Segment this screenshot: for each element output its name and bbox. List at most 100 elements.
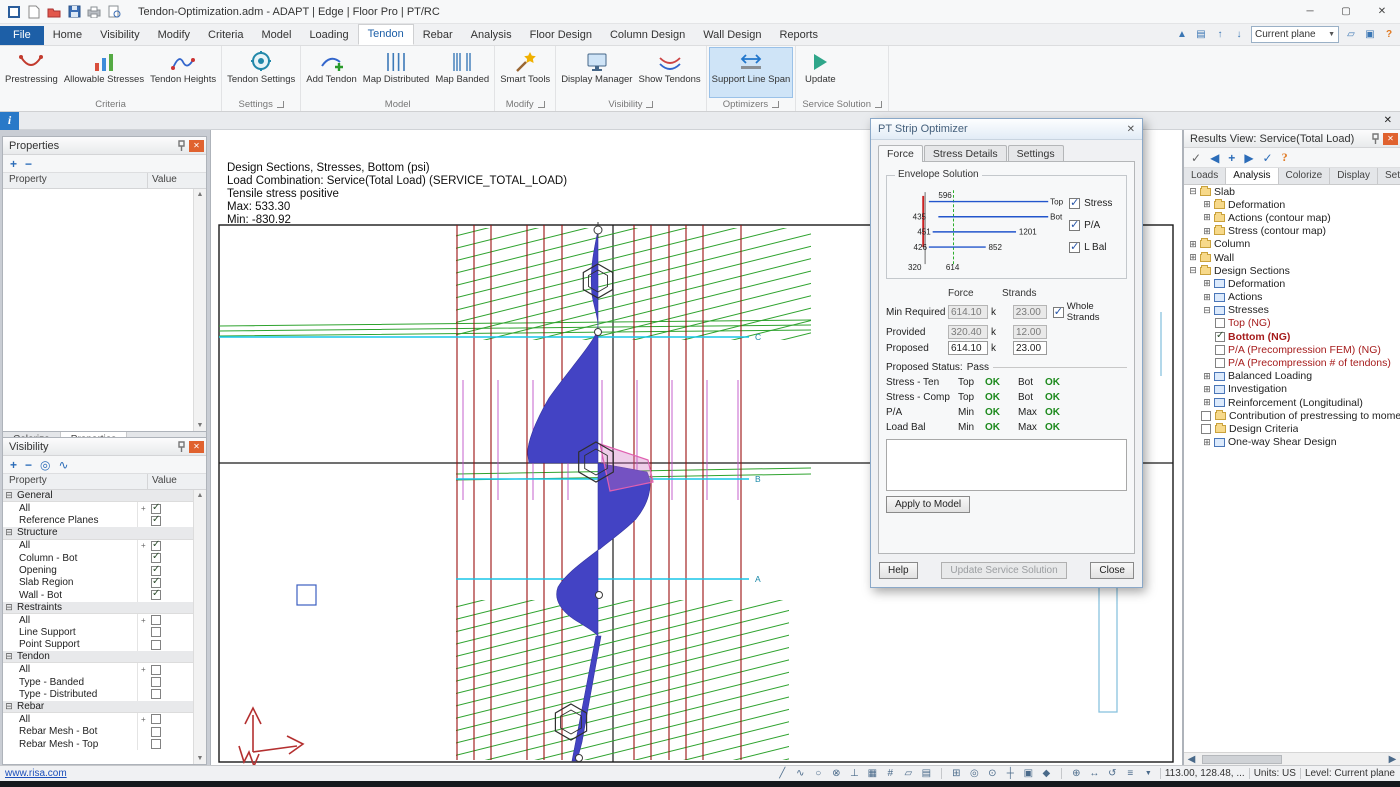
visibility-checkbox[interactable] [151, 689, 161, 699]
previous-result-icon[interactable]: ◀ [1210, 151, 1219, 165]
visibility-checkbox[interactable] [151, 677, 161, 687]
lbal-checkbox[interactable] [1069, 242, 1080, 253]
tab-file[interactable]: File [0, 26, 44, 45]
dialog-titlebar[interactable]: PT Strip Optimizer ✕ [871, 119, 1142, 140]
scrollbar-thumb[interactable] [1202, 755, 1282, 764]
tab-analysis[interactable]: Analysis [1226, 168, 1278, 184]
layers-icon[interactable]: ▤ [1194, 29, 1208, 40]
snap-midpoint-icon[interactable]: ◆ [1039, 768, 1054, 779]
tendon-settings-button[interactable]: Tendon Settings [224, 47, 298, 98]
expand-icon[interactable]: ⊞ [1201, 397, 1213, 408]
result-checkbox[interactable] [1215, 345, 1225, 355]
snap-center-icon[interactable]: ⊙ [985, 768, 1000, 779]
expand-icon[interactable]: ⊞ [1201, 212, 1213, 223]
collapse-icon[interactable]: ⊟ [3, 527, 15, 538]
visibility-checkbox[interactable] [151, 504, 161, 514]
expand-icon[interactable]: ⊞ [1201, 278, 1213, 289]
plane-up-icon[interactable]: ↑ [1213, 29, 1227, 40]
visibility-item-all[interactable]: All+ [3, 540, 193, 552]
pin-icon[interactable] [177, 140, 186, 152]
visibility-item-all[interactable]: All+ [3, 502, 193, 514]
dialog-launcher-icon[interactable] [875, 101, 882, 108]
result-checkbox[interactable] [1215, 358, 1225, 368]
tree-item-actions-contour[interactable]: ⊞Actions (contour map) [1184, 211, 1400, 224]
visibility-item-rebar-mesh-top[interactable]: Rebar Mesh - Top [3, 738, 193, 750]
zoom-in-icon[interactable]: ⊕ [1069, 768, 1084, 779]
display-manager-button[interactable]: Display Manager [558, 47, 635, 98]
pin-icon[interactable] [177, 441, 186, 453]
tab-column-design[interactable]: Column Design [601, 26, 694, 45]
expand-icon[interactable]: ⊞ [1201, 226, 1213, 237]
tab-settings[interactable]: Settings [1378, 168, 1400, 184]
scroll-down-icon[interactable]: ▼ [197, 422, 204, 429]
minimize-button[interactable]: ─ [1292, 0, 1328, 24]
properties-scrollbar[interactable]: ▲ ▼ [193, 189, 206, 431]
filter-curve-icon[interactable]: ∿ [59, 458, 69, 472]
visibility-group-tendon[interactable]: ⊟Tendon [3, 651, 193, 663]
collapse-icon[interactable]: ⊟ [3, 651, 15, 662]
scroll-right-icon[interactable]: ▶ [1385, 754, 1400, 765]
allowable-stresses-button[interactable]: Allowable Stresses [61, 47, 147, 98]
tab-force[interactable]: Force [878, 145, 923, 162]
visibility-item-wall-bot[interactable]: Wall - Bot [3, 589, 193, 601]
tree-item-pa-precompression-fem[interactable]: P/A (Precompression FEM) (NG) [1184, 343, 1400, 356]
result-checkbox[interactable] [1201, 424, 1211, 434]
visibility-checkbox[interactable] [151, 739, 161, 749]
tab-loads[interactable]: Loads [1184, 168, 1226, 184]
visibility-item-type-distributed[interactable]: Type - Distributed [3, 688, 193, 700]
expand-icon[interactable]: ⊞ [1187, 252, 1199, 263]
plane-down-icon[interactable]: ↓ [1232, 29, 1246, 40]
result-checkbox[interactable] [1215, 332, 1225, 342]
add-filter-icon[interactable]: + [10, 458, 17, 472]
save-icon[interactable] [66, 4, 82, 19]
visibility-checkbox[interactable] [151, 578, 161, 588]
edit-plane-icon[interactable]: ▱ [1344, 29, 1358, 40]
visibility-checkbox[interactable] [151, 566, 161, 576]
expand-icon[interactable]: + [141, 715, 148, 724]
scroll-up-icon[interactable]: ▲ [197, 492, 204, 499]
tree-item-investigation[interactable]: ⊞Investigation [1184, 383, 1400, 396]
tree-item-deformation[interactable]: ⊞Deformation [1184, 198, 1400, 211]
tree-item-stress-contour[interactable]: ⊞Stress (contour map) [1184, 225, 1400, 238]
result-checkbox[interactable] [1201, 411, 1211, 421]
maximize-button[interactable]: ▢ [1328, 0, 1364, 24]
visibility-group-restraints[interactable]: ⊟Restraints [3, 602, 193, 614]
close-panel-icon[interactable]: ✕ [1383, 133, 1398, 145]
visibility-item-all[interactable]: All+ [3, 614, 193, 626]
remove-filter-icon[interactable]: − [25, 458, 32, 472]
expand-icon[interactable]: ⊞ [1201, 371, 1213, 382]
tab-floor-design[interactable]: Floor Design [521, 26, 601, 45]
expand-icon[interactable]: + [141, 616, 148, 625]
snap-target-icon[interactable]: ◎ [967, 768, 982, 779]
tree-item-stresses[interactable]: ⊟Stresses [1184, 304, 1400, 317]
collapse-icon[interactable]: ⊟ [3, 490, 15, 501]
tree-item-column[interactable]: ⊞Column [1184, 238, 1400, 251]
draw-line-icon[interactable]: ╱ [775, 768, 790, 779]
tab-modify[interactable]: Modify [149, 26, 199, 45]
tab-tendon[interactable]: Tendon [358, 24, 414, 45]
dialog-launcher-icon[interactable] [646, 101, 653, 108]
validate-check-icon[interactable]: ✓ [1191, 151, 1201, 165]
tab-rebar[interactable]: Rebar [414, 26, 462, 45]
expand-icon[interactable]: ⊞ [1201, 437, 1213, 448]
tree-item-one-way-shear[interactable]: ⊞One-way Shear Design [1184, 436, 1400, 449]
visibility-item-all[interactable]: All+ [3, 663, 193, 675]
tree-item-top-ng[interactable]: Top (NG) [1184, 317, 1400, 330]
prestressing-button[interactable]: Prestressing [2, 47, 61, 98]
apply-to-model-button[interactable]: Apply to Model [886, 496, 970, 513]
screen-icon[interactable]: ▣ [1363, 29, 1377, 40]
current-plane-select[interactable]: Current plane ▼ [1251, 26, 1339, 43]
dialog-close-icon[interactable]: ✕ [1127, 124, 1135, 135]
scroll-left-icon[interactable]: ◀ [1184, 754, 1199, 765]
scroll-up-icon[interactable]: ▲ [197, 191, 204, 198]
close-info-bar-icon[interactable]: ✕ [1384, 115, 1392, 126]
tree-item-ds-actions[interactable]: ⊞Actions [1184, 291, 1400, 304]
grid-icon[interactable]: ▦ [865, 768, 880, 779]
pa-checkbox[interactable] [1069, 220, 1080, 231]
tab-criteria[interactable]: Criteria [199, 26, 252, 45]
add-tendon-button[interactable]: Add Tendon [303, 47, 360, 98]
expand-icon[interactable]: + [141, 504, 148, 513]
tree-item-design-criteria[interactable]: Design Criteria [1184, 422, 1400, 435]
risa-link[interactable]: www.risa.com [5, 768, 67, 779]
collapse-icon[interactable]: ⊟ [1187, 265, 1199, 276]
